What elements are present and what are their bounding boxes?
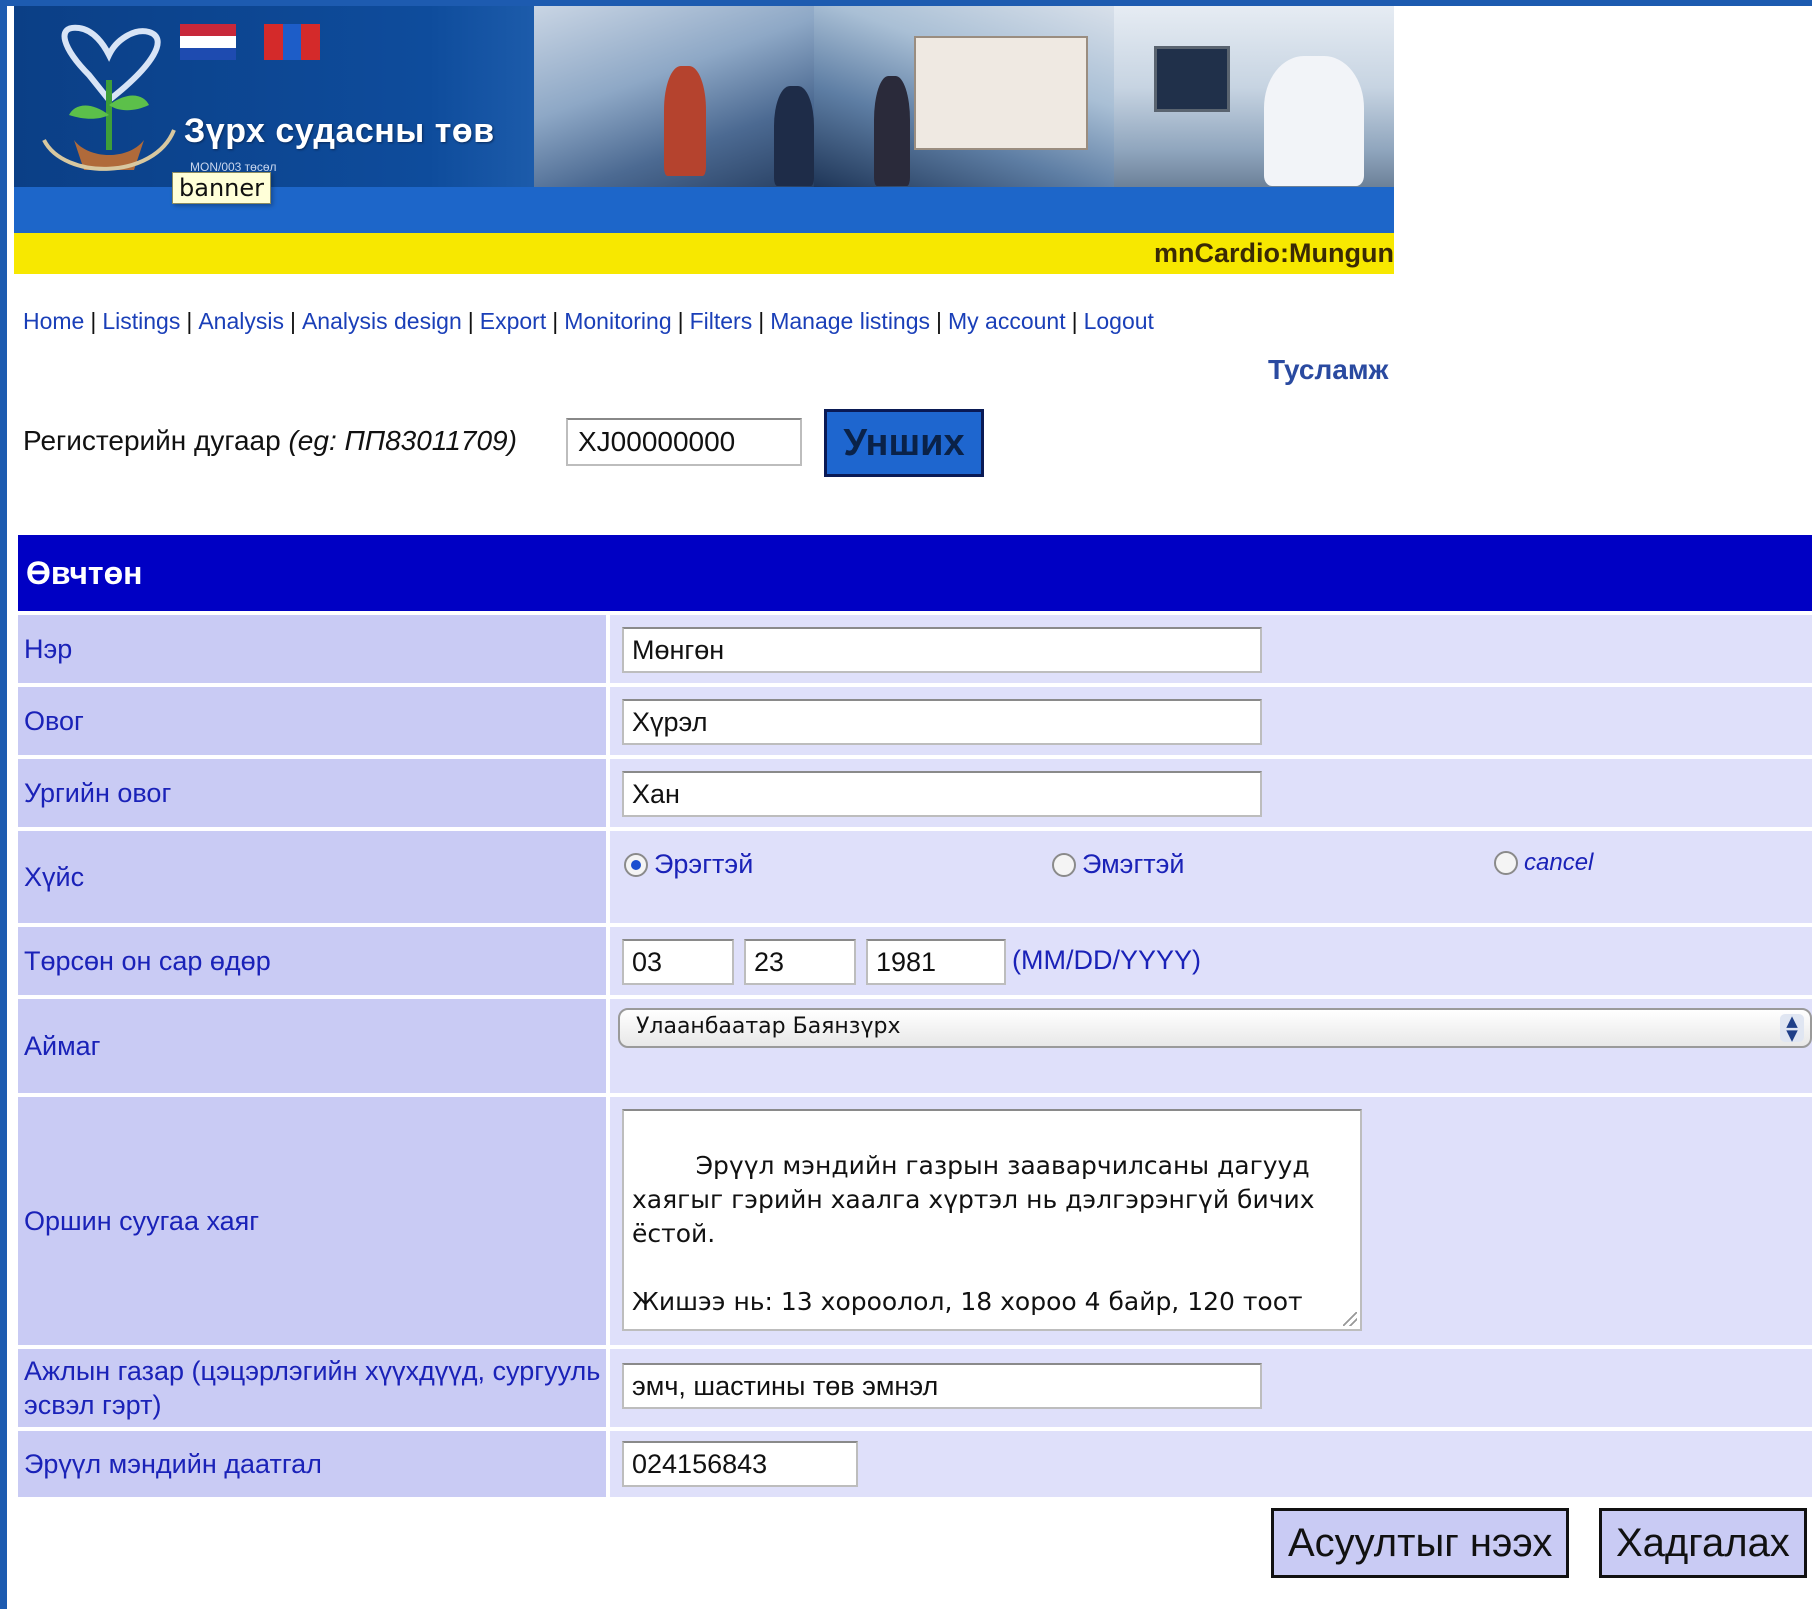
form-row-insurance: Эрүүл мэндийн даатгал xyxy=(18,1427,1812,1497)
nav-separator: | xyxy=(758,308,765,334)
mongolia-flag xyxy=(264,24,321,60)
first-name-input[interactable] xyxy=(622,627,1262,673)
banner-tooltip: banner xyxy=(172,172,271,204)
select-arrows-icon: ▲ ▼ xyxy=(1780,1014,1804,1043)
nav-export[interactable]: Export xyxy=(480,308,546,334)
form-row-first-name: Нэр xyxy=(18,611,1812,683)
form-field-cell xyxy=(610,1349,1812,1427)
nav-separator: | xyxy=(552,308,559,334)
top-nav: Home | Listings | Analysis | Analysis design | E… xyxy=(23,308,1154,335)
patient-form: Өвчтөн Нэр Овог Ургийн овог Хүйс Эрэгтэй… xyxy=(18,535,1812,1497)
form-field-cell xyxy=(610,759,1812,827)
form-field-cell: Улаанбаатар Баянзүрх ▲ ▼ xyxy=(610,999,1812,1093)
address-label: Оршин суугаа хаяг xyxy=(18,1097,610,1345)
last-name-input[interactable] xyxy=(622,699,1262,745)
form-row-workplace: Ажлын газар (цэцэрлэгийн хүүхдүүд, сургу… xyxy=(18,1345,1812,1427)
nav-separator: | xyxy=(90,308,97,334)
register-label: Регистерийн дугаар (eg: ПП83011709) xyxy=(23,425,517,457)
open-questions-button[interactable]: Асуултыг нээх xyxy=(1271,1508,1570,1578)
province-label: Аймаг xyxy=(18,999,610,1093)
gender-option-label: cancel xyxy=(1524,849,1594,876)
nav-separator: | xyxy=(186,308,193,334)
nav-manage-listings[interactable]: Manage listings xyxy=(770,308,930,334)
netherlands-flag xyxy=(180,24,236,60)
nav-separator: | xyxy=(467,308,474,334)
form-field-cell: Эрэгтэй Эмэгтэй cancel xyxy=(610,831,1812,923)
workplace-input[interactable] xyxy=(622,1363,1262,1409)
nav-analysis-design[interactable]: Analysis design xyxy=(302,308,462,334)
nav-logout[interactable]: Logout xyxy=(1084,308,1154,334)
heart-plant-logo xyxy=(42,24,176,171)
register-example: (eg: ПП83011709) xyxy=(288,425,517,456)
gender-option-label: Эрэгтэй xyxy=(654,849,754,879)
nav-separator: | xyxy=(289,308,296,334)
nav-listings[interactable]: Listings xyxy=(102,308,180,334)
family-name-label: Ургийн овог xyxy=(18,759,610,827)
register-label-text: Регистерийн дугаар xyxy=(23,425,281,456)
family-name-input[interactable] xyxy=(622,771,1262,817)
form-field-cell: (MM/DD/YYYY) xyxy=(610,927,1812,995)
dob-year-input[interactable] xyxy=(866,939,1006,985)
form-row-last-name: Овог xyxy=(18,683,1812,755)
form-field-cell xyxy=(610,687,1812,755)
gender-option-label: Эмэгтэй xyxy=(1082,849,1185,879)
nav-monitoring[interactable]: Monitoring xyxy=(564,308,671,334)
workplace-label: Ажлын газар (цэцэрлэгийн хүүхдүүд, сургу… xyxy=(18,1349,610,1427)
banner-photo xyxy=(774,86,814,186)
section-title: Өвчтөн xyxy=(18,535,1812,611)
province-selected-value: Улаанбаатар Баянзүрх xyxy=(636,1014,901,1039)
help-link[interactable]: Тусламж xyxy=(1268,354,1388,386)
gender-cancel-radio[interactable]: cancel xyxy=(1494,849,1593,877)
banner-photo xyxy=(664,66,706,176)
register-number-input[interactable] xyxy=(566,418,802,466)
site-title: Зүрх судасны төв xyxy=(184,112,495,150)
nav-home[interactable]: Home xyxy=(23,308,84,334)
logged-in-user: mnCardio:Mungun xyxy=(1154,238,1394,268)
banner-photo xyxy=(1154,46,1230,112)
form-field-cell xyxy=(610,1431,1812,1497)
form-row-gender: Хүйс Эрэгтэй Эмэгтэй cancel xyxy=(18,827,1812,923)
nav-filters[interactable]: Filters xyxy=(690,308,753,334)
nav-separator: | xyxy=(1071,308,1078,334)
insurance-input[interactable] xyxy=(622,1441,858,1487)
nav-my-account[interactable]: My account xyxy=(948,308,1066,334)
form-field-cell: Эрүүл мэндийн газрын зааварчилсаны дагуу… xyxy=(610,1097,1812,1345)
address-textarea[interactable]: Эрүүл мэндийн газрын зааварчилсаны дагуу… xyxy=(622,1109,1362,1331)
form-row-family-name: Ургийн овог xyxy=(18,755,1812,827)
province-select[interactable]: Улаанбаатар Баянзүрх ▲ ▼ xyxy=(618,1008,1812,1048)
resize-grip-icon[interactable] xyxy=(1343,1312,1357,1326)
last-name-label: Овог xyxy=(18,687,610,755)
gender-female-radio[interactable]: Эмэгтэй xyxy=(1052,849,1185,880)
banner: Зүрх судасны төв MON/003 төсөл mnCardio:… xyxy=(14,6,1394,274)
nav-analysis[interactable]: Analysis xyxy=(198,308,284,334)
nav-separator: | xyxy=(936,308,942,334)
dob-day-input[interactable] xyxy=(744,939,856,985)
form-row-province: Аймаг Улаанбаатар Баянзүрх ▲ ▼ xyxy=(18,995,1812,1093)
radio-icon xyxy=(1494,851,1518,875)
gender-male-radio[interactable]: Эрэгтэй xyxy=(624,849,753,880)
save-button[interactable]: Хадгалах xyxy=(1599,1508,1807,1578)
read-button[interactable]: Унших xyxy=(824,409,984,477)
form-field-cell xyxy=(610,615,1812,683)
address-text: Эрүүл мэндийн газрын зааварчилсаны дагуу… xyxy=(632,1151,1315,1316)
nav-separator: | xyxy=(677,308,684,334)
form-row-address: Оршин суугаа хаяг Эрүүл мэндийн газрын з… xyxy=(18,1093,1812,1345)
form-row-dob: Төрсөн он сар өдөр (MM/DD/YYYY) xyxy=(18,923,1812,995)
dob-label: Төрсөн он сар өдөр xyxy=(18,927,610,995)
banner-photo xyxy=(914,36,1088,150)
first-name-label: Нэр xyxy=(18,615,610,683)
dob-format-hint: (MM/DD/YYYY) xyxy=(1012,945,1201,975)
banner-photo xyxy=(874,76,910,186)
insurance-label: Эрүүл мэндийн даатгал xyxy=(18,1431,610,1497)
gender-label: Хүйс xyxy=(18,831,610,923)
banner-photo xyxy=(1264,56,1364,186)
radio-icon xyxy=(1052,852,1076,877)
radio-selected-icon xyxy=(624,852,648,877)
dob-month-input[interactable] xyxy=(622,939,734,985)
